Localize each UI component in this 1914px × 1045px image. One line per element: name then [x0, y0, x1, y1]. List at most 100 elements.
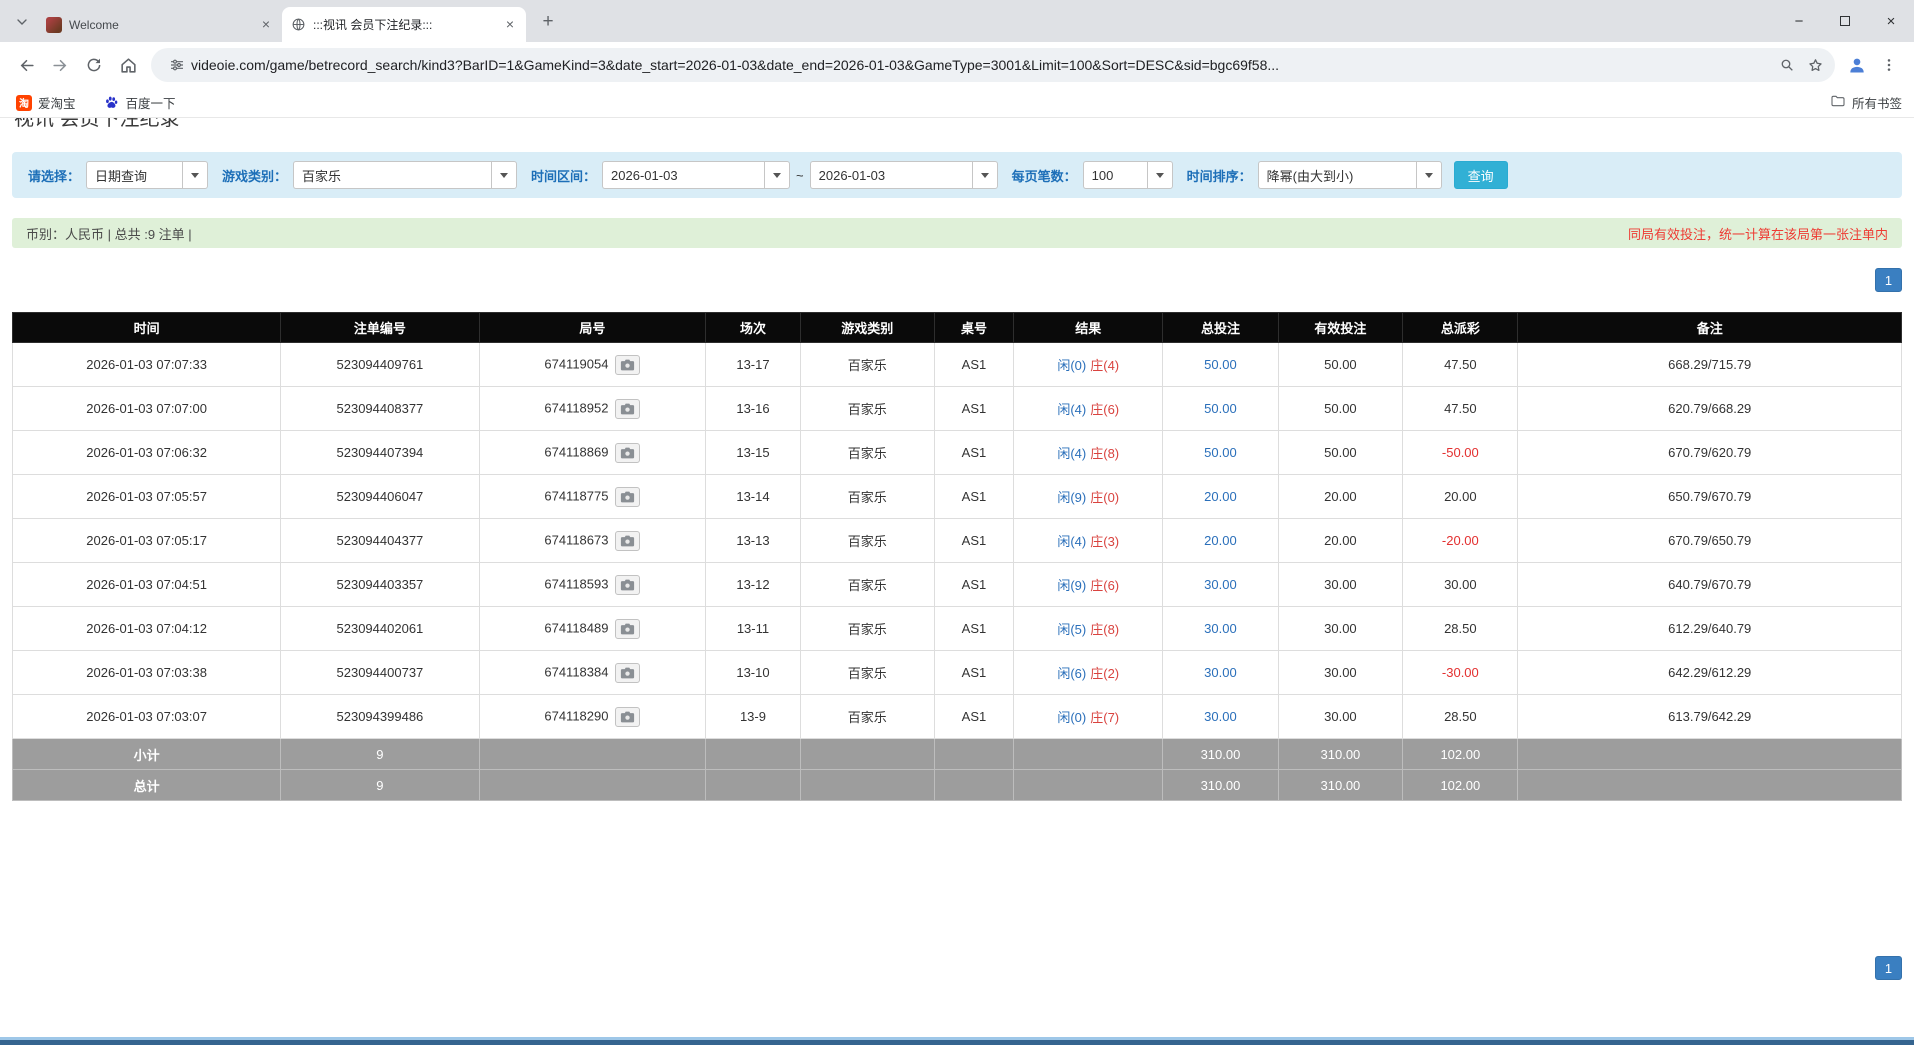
menu-kebab-icon[interactable]	[1873, 49, 1905, 81]
site-info-icon[interactable]	[163, 51, 191, 79]
date-end-combobox	[810, 161, 998, 189]
maximize-button[interactable]	[1822, 0, 1868, 42]
total-bet-link[interactable]: 50.00	[1204, 445, 1237, 460]
total-bet-link[interactable]: 30.00	[1204, 577, 1237, 592]
cell-game-type: 百家乐	[800, 475, 934, 519]
view-video-button[interactable]	[615, 355, 640, 375]
round-number: 674119054	[544, 356, 608, 371]
page-1-button[interactable]: 1	[1875, 268, 1902, 292]
home-button[interactable]	[111, 48, 145, 82]
query-type-dropdown-button[interactable]	[182, 161, 208, 189]
cell-payout: 28.50	[1403, 607, 1518, 651]
sort-order-combobox	[1258, 161, 1442, 189]
column-header: 时间	[13, 313, 281, 343]
view-video-button[interactable]	[615, 443, 640, 463]
column-header: 场次	[706, 313, 800, 343]
total-bet-link[interactable]: 30.00	[1204, 665, 1237, 680]
camera-icon	[620, 623, 635, 635]
total-bet-link[interactable]: 50.00	[1204, 357, 1237, 372]
total-bet-link[interactable]: 20.00	[1204, 533, 1237, 548]
close-tab-icon[interactable]: ×	[502, 17, 518, 33]
cell-result: 闲(6)庄(2)	[1014, 651, 1163, 695]
cell-result: 闲(9)庄(6)	[1014, 563, 1163, 607]
address-bar[interactable]: videoie.com/game/betrecord_search/kind3?…	[151, 48, 1835, 82]
column-header: 有效投注	[1278, 313, 1403, 343]
profile-avatar[interactable]	[1841, 49, 1873, 81]
date-end-dropdown-button[interactable]	[972, 161, 998, 189]
view-video-button[interactable]	[615, 619, 640, 639]
empty-cell	[1014, 770, 1163, 801]
view-video-button[interactable]	[615, 663, 640, 683]
cell-valid-bet: 30.00	[1278, 651, 1403, 695]
chevron-down-icon	[500, 173, 508, 178]
total-payout: 102.00	[1403, 770, 1518, 801]
sort-order-dropdown-button[interactable]	[1416, 161, 1442, 189]
round-number: 674118952	[544, 400, 608, 415]
result-banker: 庄(6)	[1090, 578, 1119, 593]
back-button[interactable]	[9, 48, 43, 82]
close-tab-icon[interactable]: ×	[258, 17, 274, 33]
total-bet-link[interactable]: 30.00	[1204, 621, 1237, 636]
table-row: 2026-01-03 07:03:38 523094400737 6741183…	[13, 651, 1902, 695]
refresh-button[interactable]	[77, 48, 111, 82]
cell-session: 13-15	[706, 431, 800, 475]
url-text[interactable]: videoie.com/game/betrecord_search/kind3?…	[191, 57, 1773, 73]
page-content: 视讯 会员下注纪录 请选择： 游戏类别： 时间区间： ~	[0, 118, 1914, 1045]
cell-session: 13-13	[706, 519, 800, 563]
total-bet-link[interactable]: 50.00	[1204, 401, 1237, 416]
cell-time: 2026-01-03 07:05:57	[13, 475, 281, 519]
cell-table-number: AS1	[934, 519, 1013, 563]
date-end-input[interactable]	[810, 161, 972, 189]
round-number: 674118290	[544, 708, 608, 723]
round-number: 674118775	[544, 488, 608, 503]
cell-time: 2026-01-03 07:05:17	[13, 519, 281, 563]
game-type-dropdown-button[interactable]	[491, 161, 517, 189]
bookmark-aitaobao[interactable]: 淘 爱淘宝	[12, 92, 80, 114]
round-number: 674118384	[544, 664, 608, 679]
tab-welcome[interactable]: Welcome ×	[38, 7, 282, 42]
cell-bet-id: 523094403357	[281, 563, 479, 607]
page-size-input[interactable]	[1083, 161, 1147, 189]
close-window-button[interactable]: ×	[1868, 0, 1914, 42]
page-title: 视讯 会员下注纪录	[14, 118, 1900, 133]
forward-button[interactable]	[43, 48, 77, 82]
game-type-input[interactable]	[293, 161, 491, 189]
cell-total-bet: 50.00	[1163, 387, 1278, 431]
page-footer-bar	[0, 1037, 1914, 1045]
zoom-icon[interactable]	[1773, 51, 1801, 79]
cell-table-number: AS1	[934, 343, 1013, 387]
bookmark-baidu[interactable]: 百度一下	[100, 92, 180, 114]
view-video-button[interactable]	[615, 575, 640, 595]
cell-session: 13-11	[706, 607, 800, 651]
result-player: 闲(4)	[1057, 402, 1086, 417]
view-video-button[interactable]	[615, 531, 640, 551]
cell-bet-id: 523094399486	[281, 695, 479, 739]
query-type-input[interactable]	[86, 161, 182, 189]
camera-icon	[620, 491, 635, 503]
cell-result: 闲(5)庄(8)	[1014, 607, 1163, 651]
page-1-button[interactable]: 1	[1875, 956, 1902, 980]
page-size-dropdown-button[interactable]	[1147, 161, 1173, 189]
tab-betrecord[interactable]: :::视讯 会员下注纪录::: ×	[282, 7, 526, 42]
total-bet-link[interactable]: 30.00	[1204, 709, 1237, 724]
select-label: 请选择：	[28, 166, 80, 185]
new-tab-button[interactable]: +	[534, 8, 562, 36]
bookmark-star-icon[interactable]	[1801, 51, 1829, 79]
table-row: 2026-01-03 07:03:07 523094399486 6741182…	[13, 695, 1902, 739]
date-start-input[interactable]	[602, 161, 764, 189]
pagination-top: 1	[12, 268, 1902, 292]
sort-order-input[interactable]	[1258, 161, 1416, 189]
tab-search-button[interactable]	[8, 8, 36, 36]
cell-session: 13-17	[706, 343, 800, 387]
all-bookmarks-button[interactable]: 所有书签	[1830, 93, 1902, 112]
minimize-button[interactable]: −	[1776, 0, 1822, 42]
search-button[interactable]: 查询	[1454, 161, 1508, 189]
total-total-bet: 310.00	[1163, 770, 1278, 801]
cell-result: 闲(4)庄(3)	[1014, 519, 1163, 563]
date-start-dropdown-button[interactable]	[764, 161, 790, 189]
view-video-button[interactable]	[615, 487, 640, 507]
total-bet-link[interactable]: 20.00	[1204, 489, 1237, 504]
view-video-button[interactable]	[615, 707, 640, 727]
column-header: 游戏类别	[800, 313, 934, 343]
view-video-button[interactable]	[615, 399, 640, 419]
